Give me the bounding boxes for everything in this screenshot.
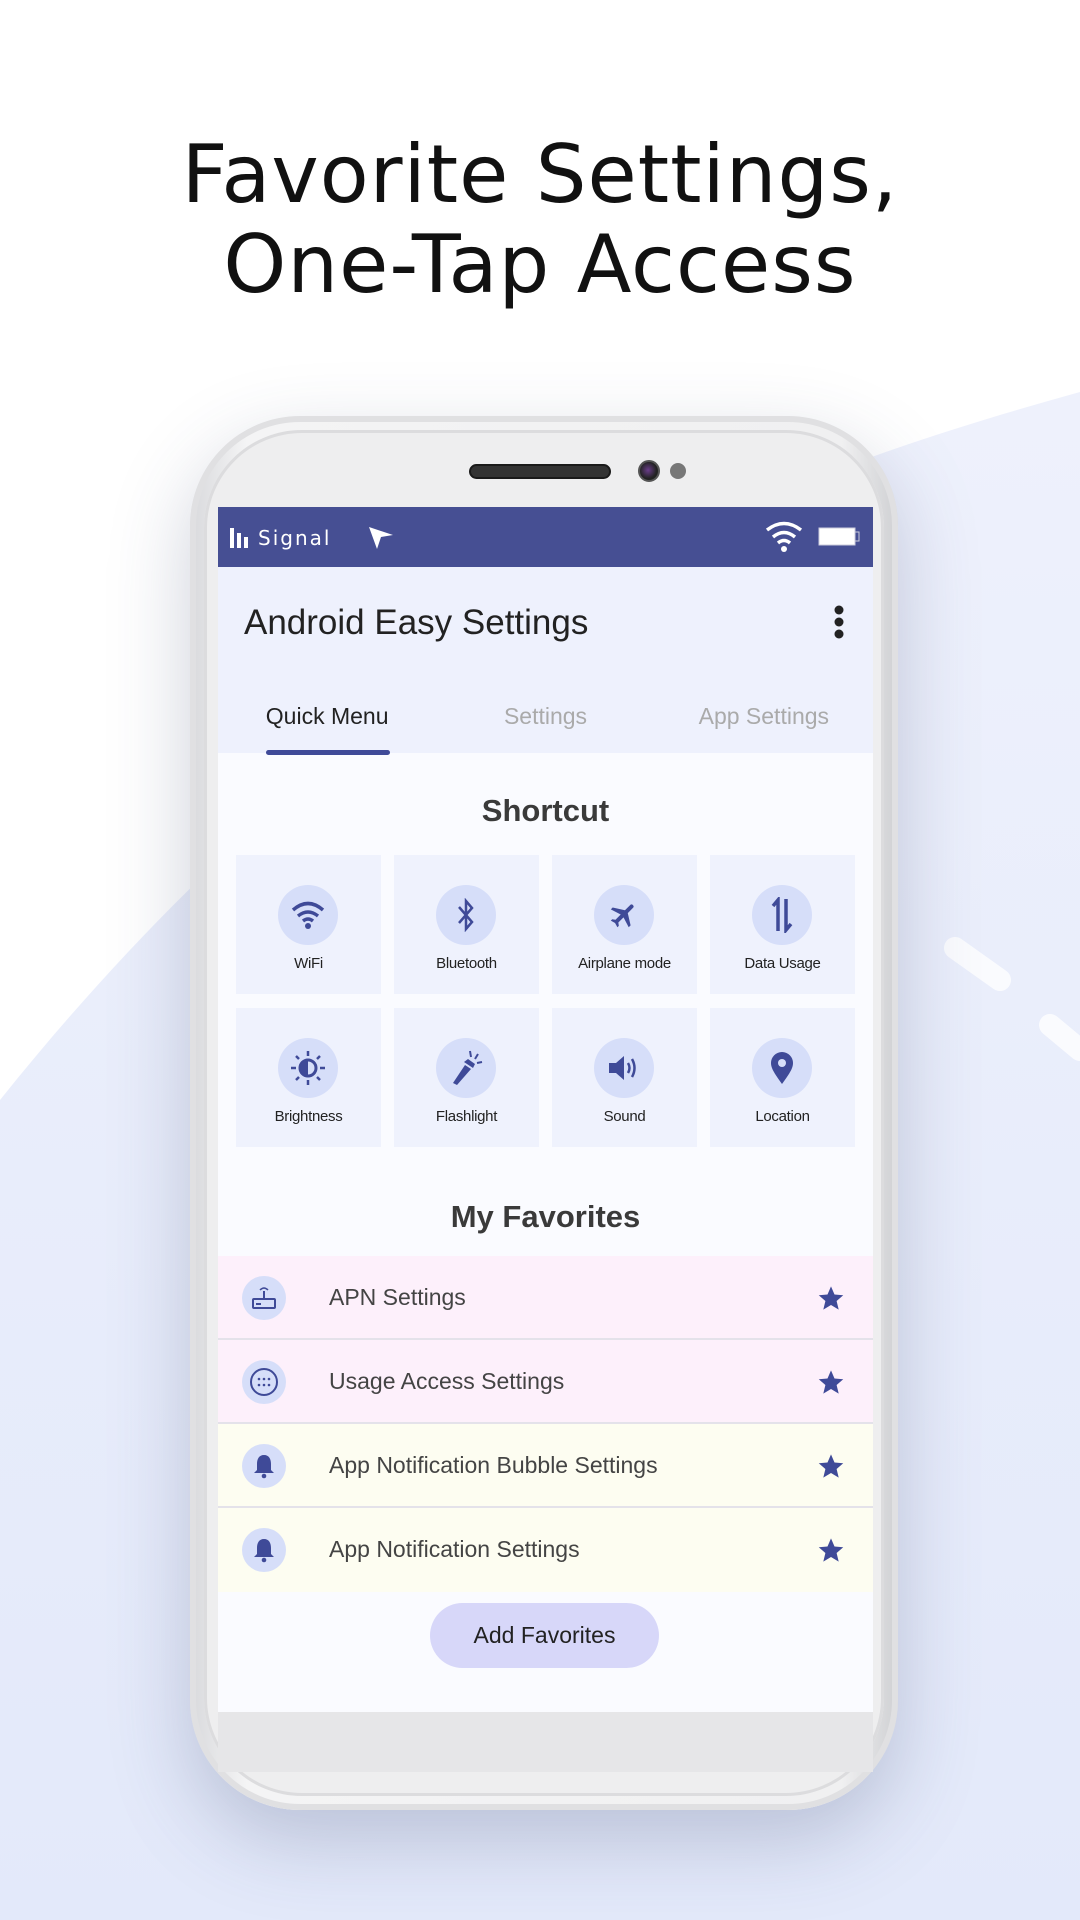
- location-icon: [771, 1052, 793, 1084]
- shortcut-airplane-mode[interactable]: Airplane mode: [552, 855, 697, 994]
- favorite-item-usage-access[interactable]: Usage Access Settings: [218, 1340, 873, 1424]
- bell-icon: [254, 1539, 274, 1563]
- location-arrow-icon: [369, 527, 394, 549]
- data-usage-icon: [771, 897, 793, 933]
- favorite-label: APN Settings: [329, 1284, 466, 1310]
- shortcut-brightness[interactable]: Brightness: [236, 1008, 381, 1147]
- shortcut-sound[interactable]: Sound: [552, 1008, 697, 1147]
- wifi-icon: [765, 521, 803, 552]
- router-icon: [252, 1287, 276, 1309]
- shortcut-label: Bluetooth: [436, 955, 497, 972]
- star-icon[interactable]: [817, 1368, 845, 1396]
- favorites-list: APN Settings Usage Access Settings App N…: [218, 1256, 873, 1592]
- proximity-sensor: [670, 463, 686, 479]
- status-bar: Signal: [218, 507, 873, 567]
- star-icon[interactable]: [817, 1284, 845, 1312]
- shortcut-wifi[interactable]: WiFi: [236, 855, 381, 994]
- brightness-icon: [291, 1051, 325, 1085]
- signal-bars-icon: [230, 528, 248, 548]
- favorite-label: App Notification Bubble Settings: [329, 1452, 658, 1478]
- shortcut-heading: Shortcut: [481, 793, 610, 828]
- app-title: Android Easy Settings: [244, 603, 589, 642]
- shortcut-label: WiFi: [294, 955, 323, 972]
- tab-quick-menu[interactable]: Quick Menu: [218, 687, 436, 755]
- front-camera: [638, 460, 660, 482]
- favorite-label: Usage Access Settings: [329, 1368, 565, 1394]
- bell-icon: [254, 1455, 274, 1479]
- tab-settings[interactable]: Settings: [436, 687, 654, 753]
- battery-icon: [818, 527, 860, 546]
- shortcut-data-usage[interactable]: Data Usage: [710, 855, 855, 994]
- flashlight-icon: [453, 1050, 483, 1085]
- favorite-label: App Notification Settings: [329, 1536, 580, 1562]
- star-icon[interactable]: [817, 1452, 845, 1480]
- headline: Favorite Settings, One-Tap Access: [0, 130, 1080, 310]
- phone-chin: [218, 1712, 873, 1772]
- shortcut-grid: WiFi Bluetooth Airplane mode Data Usage …: [236, 855, 855, 1147]
- shortcut-label: Sound: [603, 1108, 646, 1125]
- shortcut-flashlight[interactable]: Flashlight: [394, 1008, 539, 1147]
- shortcut-label: Location: [755, 1108, 810, 1125]
- headline-line2: One-Tap Access: [223, 218, 857, 311]
- sound-icon: [609, 1056, 636, 1080]
- tab-app-settings[interactable]: App Settings: [655, 687, 873, 753]
- apps-icon: [250, 1368, 278, 1396]
- headline-line1: Favorite Settings,: [181, 128, 899, 221]
- app-screen: Signal Android Easy Settings Quick Menu …: [218, 507, 873, 1712]
- wifi-icon: [291, 901, 325, 929]
- airplane-icon: [610, 904, 634, 928]
- shortcut-bluetooth[interactable]: Bluetooth: [394, 855, 539, 994]
- shortcut-label: Airplane mode: [578, 955, 671, 972]
- favorite-item-apn[interactable]: APN Settings: [218, 1256, 873, 1340]
- tab-bar: Quick Menu Settings App Settings: [218, 687, 873, 755]
- shortcut-label: Flashlight: [435, 1108, 498, 1125]
- star-icon[interactable]: [817, 1536, 845, 1564]
- favorite-item-notification[interactable]: App Notification Settings: [218, 1508, 873, 1592]
- speaker-grille: [469, 464, 611, 479]
- more-vert-icon[interactable]: [833, 605, 845, 639]
- favorite-item-notification-bubble[interactable]: App Notification Bubble Settings: [218, 1424, 873, 1508]
- shortcut-label: Brightness: [274, 1108, 343, 1125]
- bluetooth-icon: [458, 898, 474, 932]
- add-favorites-button[interactable]: Add Favorites: [430, 1603, 659, 1668]
- app-bar: Android Easy Settings Quick Menu Setting…: [218, 567, 873, 755]
- shortcut-location[interactable]: Location: [710, 1008, 855, 1147]
- shortcut-label: Data Usage: [744, 955, 821, 972]
- favorites-heading: My Favorites: [450, 1199, 641, 1234]
- carrier-label: Signal: [258, 526, 332, 550]
